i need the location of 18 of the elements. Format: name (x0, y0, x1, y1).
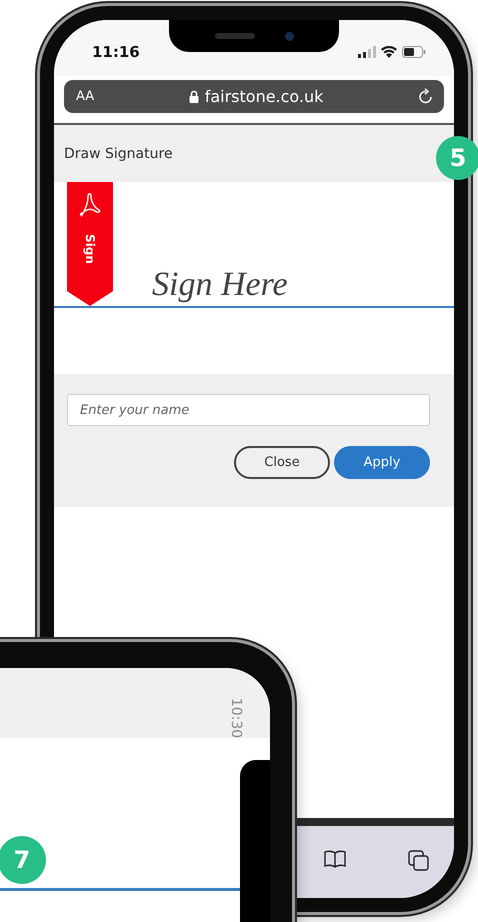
dialog-title: Draw Signature (64, 146, 173, 162)
book-icon[interactable] (324, 850, 346, 868)
tabs-icon[interactable] (408, 850, 430, 872)
status-time: 11:16 (92, 43, 140, 61)
apply-button[interactable]: Apply (334, 446, 430, 479)
signature-prompt: Sign Here (152, 266, 288, 304)
battery-icon (402, 46, 426, 58)
reload-icon[interactable] (418, 88, 434, 106)
close-button[interactable]: Close (234, 446, 330, 479)
ribbon-label: Sign (83, 234, 97, 264)
status-time: 10:30 (228, 698, 244, 738)
text-size-button[interactable]: AA (76, 89, 94, 104)
address-bar[interactable]: AA fairstone.co.uk (64, 80, 444, 113)
wifi-icon (381, 46, 397, 58)
signal-icon (358, 46, 376, 58)
lock-icon (188, 90, 199, 103)
url-text: fairstone.co.uk (204, 87, 324, 106)
name-input-field[interactable]: Enter your name (67, 394, 430, 426)
